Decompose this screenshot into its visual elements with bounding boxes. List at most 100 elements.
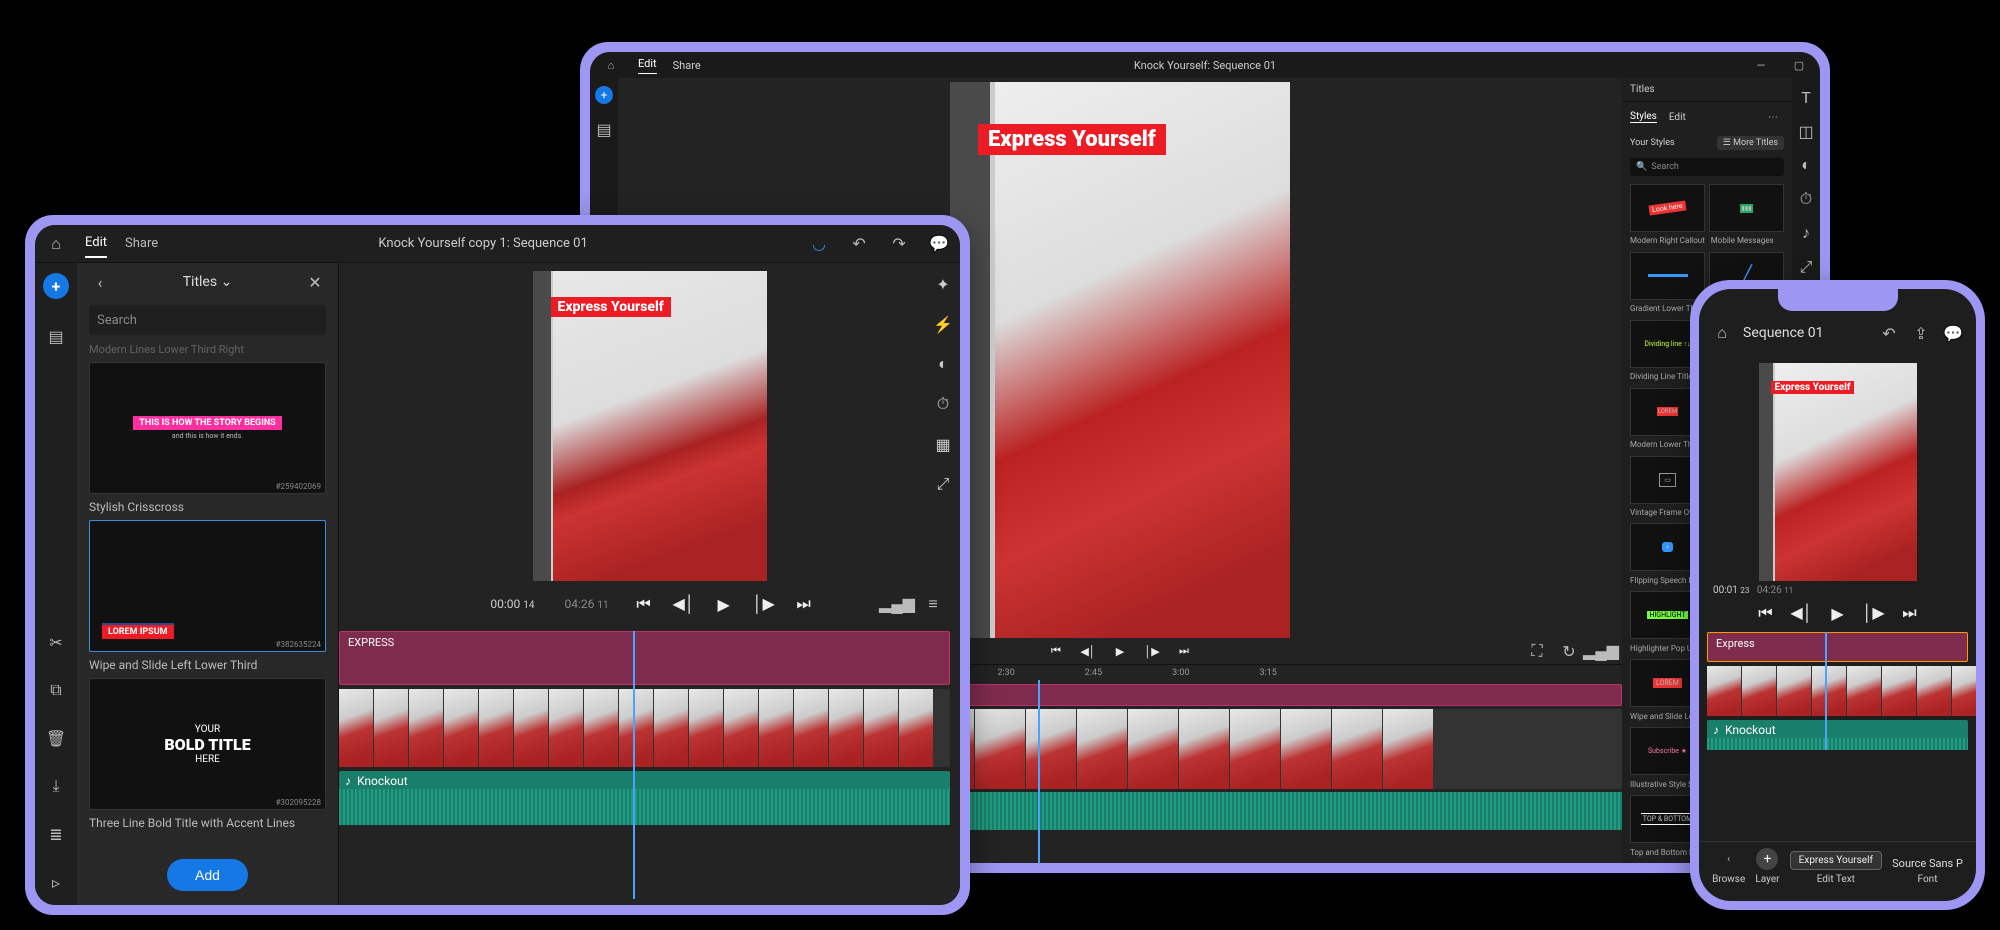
subtab-styles[interactable]: Styles	[1630, 111, 1657, 123]
scissors-icon[interactable]: ✂	[45, 631, 67, 653]
redo-icon[interactable]: ↷	[888, 233, 910, 255]
goto-end-icon[interactable]: ⏭	[1901, 604, 1919, 622]
menu-icon[interactable]: ≡	[922, 593, 944, 615]
undo-icon[interactable]: ↶	[1878, 322, 1900, 344]
home-icon[interactable]: ⌂	[45, 233, 67, 255]
add-title-button[interactable]: Add	[167, 859, 248, 891]
title-overlay: Express Yourself	[551, 297, 671, 317]
title-preset[interactable]: Look here	[1630, 184, 1705, 232]
title-preset[interactable]	[1630, 252, 1705, 300]
trash-icon[interactable]: 🗑	[45, 727, 67, 749]
titles-side-panel: ‹ Titles ⌄ ✕ Search Modern Lines Lower T…	[77, 263, 339, 905]
title-preset-bold[interactable]: YOUR BOLD TITLE HERE #302095228	[89, 678, 326, 810]
play-icon[interactable]: ▶	[1829, 604, 1847, 622]
speed-icon[interactable]: ⏱	[1795, 188, 1817, 210]
graphics-icon[interactable]: ✦	[932, 273, 954, 295]
color-icon[interactable]: ◐	[932, 353, 954, 375]
subtab-edit[interactable]: Edit	[1669, 112, 1686, 123]
goto-start-icon[interactable]: ⏮	[1757, 604, 1775, 622]
project-panel-icon[interactable]: ▤	[593, 118, 615, 140]
export-icon[interactable]: ⇪	[1910, 322, 1932, 344]
goto-start-icon[interactable]: ⏮	[633, 593, 655, 615]
phone-bottom-bar: ‹ Browse + Layer Express Yourself Edit T…	[1699, 841, 1976, 891]
video-track[interactable]	[339, 689, 950, 767]
back-icon[interactable]: ‹	[89, 271, 111, 293]
desktop-topbar: ⌂ Edit Share Knock Yourself: Sequence 01…	[590, 52, 1820, 78]
tablet-device: ⌂ Edit Share Knock Yourself copy 1: Sequ…	[25, 215, 970, 915]
tab-edit[interactable]: Edit	[85, 235, 107, 258]
home-icon[interactable]: ⌂	[1711, 322, 1733, 344]
title-preset[interactable]: ▮▮▮	[1709, 184, 1784, 232]
transform-icon[interactable]: ⤢	[1795, 256, 1817, 278]
playhead[interactable]	[1038, 680, 1040, 863]
loop-icon[interactable]: ↻	[1558, 640, 1580, 662]
video-track[interactable]	[1707, 666, 1968, 716]
effects-icon[interactable]: ⚡	[932, 313, 954, 335]
list-icon[interactable]: ≣	[45, 823, 67, 845]
add-media-button[interactable]: +	[43, 273, 69, 299]
close-icon[interactable]: ✕	[304, 271, 326, 293]
fullscreen-icon[interactable]: ⛶	[1526, 640, 1548, 662]
play-icon[interactable]: ▶	[713, 593, 735, 615]
phone-timeline[interactable]: Express ♪Knockout	[1707, 632, 1968, 750]
more-titles-button[interactable]: ☰ More Titles	[1717, 136, 1784, 150]
speed-icon[interactable]: ⏱	[932, 393, 954, 415]
step-forward-icon[interactable]: │▶	[1143, 642, 1161, 660]
step-back-icon[interactable]: ◀│	[673, 593, 695, 615]
step-forward-icon[interactable]: │▶	[1865, 604, 1883, 622]
comments-icon[interactable]: 💬	[1942, 322, 1964, 344]
project-title: Knock Yourself: Sequence 01	[1134, 59, 1276, 72]
comments-icon[interactable]: 💬	[928, 233, 950, 255]
levels-icon[interactable]: ▂▄▆	[1590, 640, 1612, 662]
layer-button[interactable]: + Layer	[1755, 848, 1779, 885]
title-preset-wipe-slide[interactable]: LOREM IPSUM #382635224	[89, 520, 326, 652]
titles-search[interactable]: 🔍 Search	[1630, 158, 1784, 176]
title-track[interactable]: Express	[1707, 632, 1968, 662]
tab-edit[interactable]: Edit	[638, 57, 657, 74]
edit-text-button[interactable]: Express Yourself Edit Text	[1790, 851, 1882, 885]
playhead[interactable]	[633, 631, 635, 899]
titles-tool-icon[interactable]: T	[1795, 86, 1817, 108]
panel-title[interactable]: Titles ⌄	[183, 274, 233, 290]
tab-share[interactable]: Share	[673, 59, 701, 72]
audio-track[interactable]: ♪Knockout	[1707, 720, 1968, 750]
step-back-icon[interactable]: ◀│	[1079, 642, 1097, 660]
maximize-icon[interactable]: ▢	[1788, 54, 1810, 76]
step-back-icon[interactable]: ◀│	[1793, 604, 1811, 622]
color-icon[interactable]: ◐	[1795, 154, 1817, 176]
tab-share[interactable]: Share	[125, 236, 158, 257]
goto-end-icon[interactable]: ⏭	[1175, 642, 1193, 660]
undo-icon[interactable]: ↶	[848, 233, 870, 255]
panel-header: Titles	[1622, 78, 1792, 102]
plus-icon: +	[1756, 848, 1778, 870]
playhead[interactable]	[1825, 632, 1827, 750]
audio-track[interactable]: ♪Knockout	[339, 771, 950, 825]
levels-icon[interactable]: ▂▄▆	[886, 593, 908, 615]
add-media-button[interactable]: +	[595, 86, 613, 104]
tablet-timeline[interactable]: EXPRESS ♪Knockout	[339, 631, 950, 899]
browse-button[interactable]: ‹ Browse	[1712, 848, 1745, 885]
transform-icon[interactable]: ⤢	[932, 473, 954, 495]
play-icon[interactable]: ▶	[1111, 642, 1129, 660]
more-icon[interactable]: ⋯	[1762, 106, 1784, 128]
project-panel-icon[interactable]: ▤	[45, 325, 67, 347]
audio-icon[interactable]: ♪	[1795, 222, 1817, 244]
duplicate-icon[interactable]: ⧉	[45, 679, 67, 701]
edit-text-value: Express Yourself	[1790, 851, 1882, 870]
export-icon[interactable]: ⤓	[45, 775, 67, 797]
goto-end-icon[interactable]: ⏭	[793, 593, 815, 615]
titles-search[interactable]: Search	[89, 305, 326, 335]
timecode: 00:01 23 04:26 11	[1699, 581, 1976, 600]
step-forward-icon[interactable]: │▶	[753, 593, 775, 615]
minimize-icon[interactable]: —	[1750, 54, 1772, 76]
home-icon[interactable]: ⌂	[600, 54, 622, 76]
title-track[interactable]: EXPRESS	[339, 631, 950, 685]
tablet-main: ✦ ⚡ ◐ ⏱ ▦ ⤢ Express Yourself 00:00 14 04…	[339, 263, 960, 905]
transitions-icon[interactable]: ◫	[1795, 120, 1817, 142]
goto-start-icon[interactable]: ⏮	[1047, 642, 1065, 660]
font-button[interactable]: Source Sans P Font	[1892, 857, 1963, 885]
pointer-icon[interactable]: ▹	[45, 871, 67, 893]
crop-icon[interactable]: ▦	[932, 433, 954, 455]
title-preset-crisscross[interactable]: THIS IS HOW THE STORY BEGINS and this is…	[89, 362, 326, 494]
project-title: Knock Yourself copy 1: Sequence 01	[378, 236, 587, 251]
